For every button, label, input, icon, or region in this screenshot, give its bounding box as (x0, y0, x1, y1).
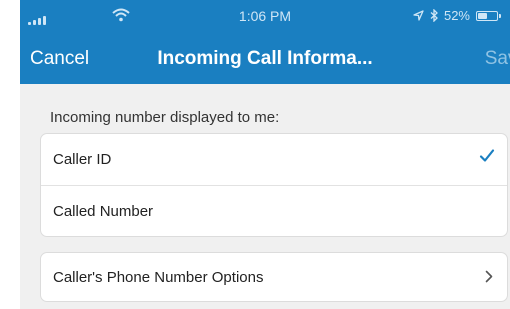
battery-icon (476, 10, 501, 21)
page-title: Incoming Call Informa... (157, 48, 373, 69)
section-label: Incoming number displayed to me: (50, 109, 280, 126)
option-label: Caller ID (53, 151, 112, 168)
status-bar: 1:06 PM 52% (20, 0, 510, 34)
save-button[interactable]: Save (485, 48, 510, 70)
option-label: Called Number (53, 203, 154, 220)
bluetooth-icon (430, 9, 438, 22)
checkmark-icon (479, 149, 495, 162)
phone-number-options-label: Caller's Phone Number Options (53, 268, 264, 286)
phone-number-options-item[interactable]: Caller's Phone Number Options (41, 253, 507, 301)
nav-bar: Cancel Incoming Call Informa... Save (20, 40, 510, 80)
phone-screen: 1:06 PM 52% Cancel Incoming Call Informa… (20, 0, 510, 309)
display-options-list: Caller ID Called Number (40, 133, 508, 237)
navigation-header: 1:06 PM 52% Cancel Incoming Call Informa… (20, 0, 510, 84)
option-called-number[interactable]: Called Number (41, 185, 507, 237)
option-caller-id[interactable]: Caller ID (41, 134, 507, 185)
status-right: 52% (413, 8, 501, 23)
phone-number-options-card: Caller's Phone Number Options (40, 252, 508, 302)
battery-percent: 52% (443, 8, 470, 23)
location-arrow-icon (413, 10, 424, 21)
battery-fill (478, 12, 487, 19)
chevron-right-icon (485, 270, 493, 283)
